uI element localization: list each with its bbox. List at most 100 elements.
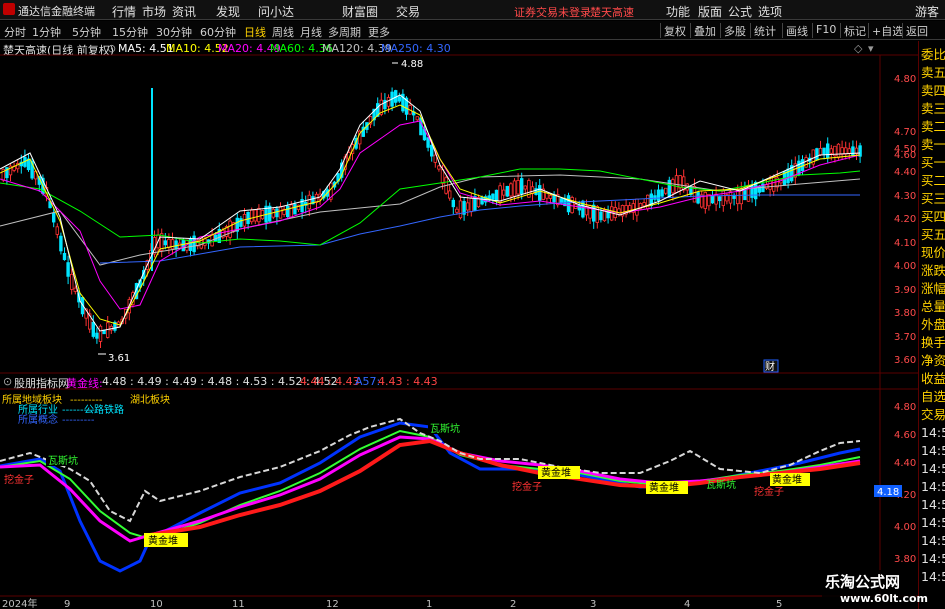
candle-body <box>592 204 596 222</box>
tool-add-watchlist[interactable]: +自选 <box>868 23 906 38</box>
signal-wajinzi-3: 挖金子 <box>754 485 784 498</box>
tool-back[interactable]: 返回 <box>902 23 931 38</box>
candle-body <box>188 237 193 251</box>
menu-zixun[interactable]: 资讯 <box>172 3 196 20</box>
period-daily[interactable]: 日线 <box>244 24 266 40</box>
time-label-5: 5 <box>776 599 782 609</box>
tool-fuquan[interactable]: 复权 <box>660 23 689 38</box>
candle-body <box>829 148 833 154</box>
candle-body <box>181 240 185 252</box>
period-30min[interactable]: 30分钟 <box>156 24 192 40</box>
tool-huaxian[interactable]: 画线 <box>782 23 811 38</box>
candle-body <box>386 97 391 107</box>
tool-diejia[interactable]: 叠加 <box>690 23 719 38</box>
period-1min[interactable]: 1分钟 <box>32 24 61 40</box>
period-5min[interactable]: 5分钟 <box>72 24 101 40</box>
period-more[interactable]: 更多 <box>368 24 390 40</box>
signal-huangjindui-2: 黄金堆 <box>541 466 571 479</box>
axis-label-440: 4.40 <box>894 167 916 178</box>
upper-price-axis: 4.80 4.70 4.60 4.50 4.40 4.30 4.20 4.10 … <box>894 74 916 366</box>
menu-xuanxiang[interactable]: 选项 <box>758 3 782 20</box>
menu-hangqing[interactable]: 行情 <box>112 3 136 20</box>
time-label-10: 10 <box>150 599 163 609</box>
candle-body <box>307 194 311 210</box>
tool-biaoji[interactable]: 标记 <box>840 23 869 38</box>
signal-huangjindui-4: 黄金堆 <box>772 473 802 486</box>
stat-net-asset: 净资 <box>921 353 945 368</box>
low-annotation: 3.61 <box>108 353 130 364</box>
period-monthly[interactable]: 月线 <box>300 24 322 40</box>
time-label-9: 9 <box>64 599 70 609</box>
indicator-blue-line <box>0 421 861 573</box>
panel-tab-watchlist[interactable]: 自选 <box>921 388 945 406</box>
period-60min[interactable]: 60分钟 <box>200 24 236 40</box>
watermark-url: www.60lt.com <box>840 592 929 605</box>
title-bar: 通达信金融终端 行情 市场 资讯 发现 问小达 财富圈 交易 证券交易未登录 楚… <box>0 0 945 20</box>
candle-body <box>548 195 553 199</box>
stock-notice[interactable]: 楚天高速 <box>590 4 634 20</box>
tool-duogu[interactable]: 多股 <box>720 23 749 38</box>
quote-buy5: 买五 <box>921 227 945 242</box>
candle-body <box>728 191 733 204</box>
panel-tab-trade[interactable]: 交易 <box>921 406 945 424</box>
lower-price-axis: 4.80 4.60 4.40 4.20 4.00 3.80 <box>894 402 916 565</box>
candle-body <box>538 185 542 201</box>
axis-label-410: 4.10 <box>894 238 916 249</box>
menu-banmian[interactable]: 版面 <box>698 3 722 20</box>
candle-body <box>249 209 254 223</box>
candle-body <box>498 185 502 203</box>
candle-body <box>520 178 524 195</box>
menu-gongshi[interactable]: 公式 <box>728 3 752 20</box>
candle-body <box>718 196 722 202</box>
menu-wenxiaoda[interactable]: 问小达 <box>258 3 294 20</box>
login-notice[interactable]: 证券交易未登录 <box>514 4 591 20</box>
fin-marker[interactable]: 财 <box>765 360 775 373</box>
menu-gongneng[interactable]: 功能 <box>666 3 690 20</box>
candle-body <box>285 205 290 218</box>
period-weekly[interactable]: 周线 <box>272 24 294 40</box>
axis-label-420: 4.20 <box>894 214 916 225</box>
signal-wasikeng-1: 瓦斯坑 <box>48 454 78 467</box>
tick-time-4: 14:56 <box>921 479 945 494</box>
candle-body <box>415 116 419 121</box>
candle-body <box>516 180 520 195</box>
candle-body <box>469 197 473 213</box>
quote-buy1: 买一 <box>921 155 945 170</box>
candle-body <box>455 208 459 213</box>
period-multi[interactable]: 多周期 <box>328 24 361 40</box>
quote-buy4: 买四 <box>921 209 945 224</box>
candle-body <box>59 235 63 252</box>
kline-chart[interactable]: 4.80 4.70 4.60 4.50 4.40 4.30 4.20 4.10 … <box>0 41 918 609</box>
app-logo-icon <box>3 3 15 15</box>
stat-turnover: 换手 <box>921 335 945 350</box>
tool-f10[interactable]: F10 <box>812 23 839 38</box>
candle-body <box>710 195 715 204</box>
candle-body <box>703 192 707 209</box>
tool-tongji[interactable]: 统计 <box>750 23 779 38</box>
axis-label-430: 4.30 <box>894 191 916 202</box>
signal-huangjindui-1: 黄金堆 <box>148 534 178 547</box>
high-annotation: 4.88 <box>401 59 423 70</box>
candle-body <box>52 212 56 223</box>
time-label-2024: 2024年 <box>2 597 37 609</box>
candle-body <box>73 287 77 292</box>
candle-body <box>163 240 167 246</box>
candle-body <box>577 205 581 211</box>
axis-label-400: 4.00 <box>894 261 916 272</box>
period-15min[interactable]: 15分钟 <box>112 24 148 40</box>
tick-time-8: 14:56 <box>921 551 945 566</box>
menu-caifuquan[interactable]: 财富圈 <box>342 3 378 20</box>
time-label-3: 3 <box>590 599 596 609</box>
quote-sell5: 卖五 <box>921 65 945 80</box>
menu-jiaoyi[interactable]: 交易 <box>396 3 420 20</box>
candle-body <box>289 204 293 218</box>
guest-label[interactable]: 游客 <box>915 3 939 20</box>
app-name: 通达信金融终端 <box>18 5 95 18</box>
candle-body <box>818 147 823 156</box>
menu-faxian[interactable]: 发现 <box>216 3 240 20</box>
period-fenshi[interactable]: 分时 <box>4 24 26 40</box>
time-label-2: 2 <box>510 599 516 609</box>
candle-body <box>260 210 265 220</box>
candle-body <box>804 157 808 168</box>
menu-shichang[interactable]: 市场 <box>142 3 166 20</box>
